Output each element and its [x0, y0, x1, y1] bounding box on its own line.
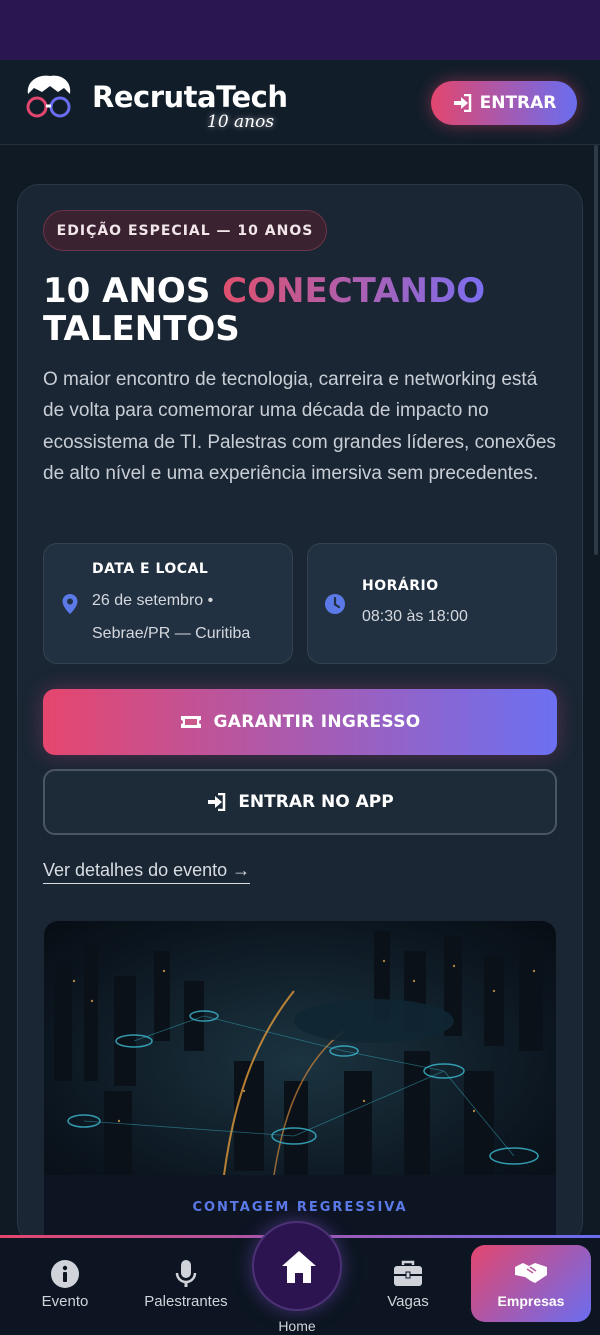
map-pin-icon [62, 594, 78, 614]
nav-item-evento[interactable]: Evento [20, 1235, 110, 1335]
get-ticket-label: GARANTIR INGRESSO [213, 712, 421, 732]
scrollbar[interactable] [594, 145, 598, 555]
nav-label: Vagas [387, 1293, 429, 1310]
nav-item-home[interactable] [252, 1221, 342, 1311]
enter-app-button[interactable]: ENTRAR NO APP [43, 769, 557, 835]
title-part2: TALENTOS [43, 309, 240, 349]
info-circle-icon [51, 1260, 79, 1288]
info-value: 26 de setembro • Sebrae/PR — Curitiba [92, 592, 251, 642]
event-description: O maior encontro de tecnologia, carreira… [43, 369, 556, 484]
info-card-date-location: DATA E LOCAL 26 de setembro • Sebrae/PR … [43, 543, 293, 664]
nav-item-vagas[interactable]: Vagas [363, 1235, 453, 1335]
home-icon [282, 1251, 316, 1283]
event-details-link[interactable]: Ver detalhes do evento → [43, 860, 251, 884]
title-highlight: CONECTANDO [222, 271, 486, 311]
nav-label-home: Home [278, 1318, 316, 1334]
clock-icon [325, 594, 345, 614]
info-card-schedule: HORÁRIO 08:30 às 18:00 [307, 543, 557, 664]
nav-item-empresas[interactable]: Empresas [471, 1245, 591, 1322]
glasses-mascot-icon [26, 75, 71, 118]
ticket-icon [180, 716, 201, 728]
nav-label: Evento [41, 1293, 89, 1310]
app-header: RecrutaTech 10 anos ENTRAR [0, 60, 600, 145]
info-label: HORÁRIO [362, 578, 439, 594]
handshake-icon [515, 1263, 547, 1283]
title-part1: 10 ANOS [43, 271, 223, 311]
sign-in-icon [453, 94, 471, 112]
status-bar [0, 0, 600, 60]
sign-in-icon [208, 793, 226, 811]
edition-badge: EDIÇÃO ESPECIAL — 10 ANOS [43, 210, 327, 251]
page-title: 10 ANOS CONECTANDO TALENTOS [43, 272, 563, 348]
brand-subtitle: 10 anos [207, 112, 275, 132]
countdown-label: CONTAGEM REGRESSIVA [192, 1200, 408, 1215]
briefcase-icon [394, 1260, 422, 1286]
header-enter-button[interactable]: ENTRAR [431, 81, 577, 125]
header-enter-label: ENTRAR [479, 93, 557, 113]
get-ticket-button[interactable]: GARANTIR INGRESSO [43, 689, 557, 755]
nav-label: Palestrantes [144, 1293, 228, 1310]
nav-label: Empresas [497, 1293, 565, 1309]
enter-app-label: ENTRAR NO APP [238, 792, 394, 812]
info-label: DATA E LOCAL [92, 561, 209, 577]
city-illustration [54, 931, 543, 1175]
brand-name: RecrutaTech [92, 80, 288, 114]
nav-item-palestrantes[interactable]: Palestrantes [131, 1235, 241, 1335]
info-value: 08:30 às 18:00 [362, 608, 468, 625]
city-night-image [44, 921, 556, 1175]
microphone-icon [175, 1260, 197, 1287]
